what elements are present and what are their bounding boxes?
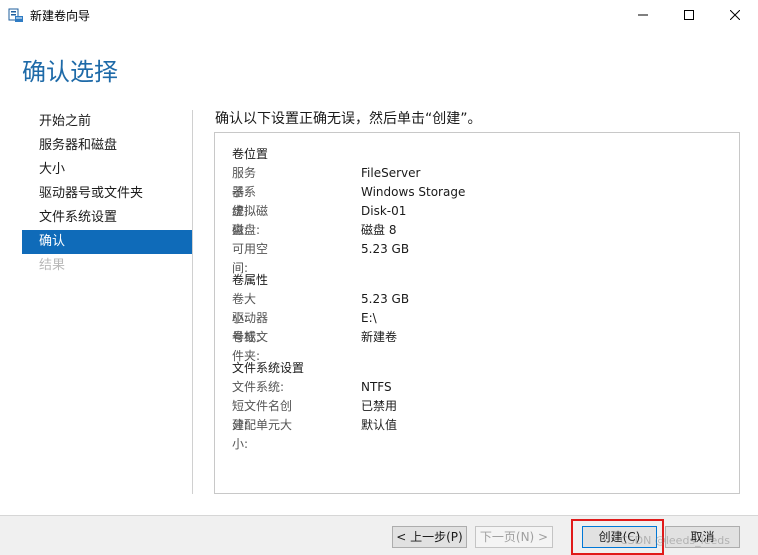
section-volume-location: 卷位置 服务器: FileServer 子系统: Windows Storage 虚… [232, 145, 465, 275]
close-button[interactable] [712, 0, 758, 30]
section-title: 卷属性 [232, 273, 269, 287]
nav-item-size[interactable]: 大小 [22, 158, 192, 182]
section-volume-properties: 卷属性 卷大小: 5.23 GB 驱动器号或文件夹: E:\ 卷标: 新建卷 [232, 271, 409, 363]
summary-row: 磁盘: 磁盘 8 [232, 221, 396, 240]
nav-item-filesystem-settings[interactable]: 文件系统设置 [22, 206, 192, 230]
summary-row: 卷标: 新建卷 [232, 328, 397, 347]
section-title: 卷位置 [232, 147, 269, 161]
wizard-steps-nav: 开始之前 服务器和磁盘 大小 驱动器号或文件夹 文件系统设置 确认 结果 [22, 110, 192, 278]
nav-divider [192, 110, 193, 494]
nav-item-results: 结果 [39, 258, 66, 273]
row-value: E:\ [361, 311, 377, 325]
row-value: 新建卷 [361, 330, 398, 344]
wizard-app-icon [8, 7, 24, 23]
row-value: 磁盘 8 [361, 223, 397, 237]
maximize-icon [684, 10, 694, 20]
instruction-text: 确认以下设置正确无误，然后单击“创建”。 [215, 111, 482, 127]
section-title: 文件系统设置 [232, 361, 305, 375]
summary-row: 虚拟磁盘: Disk-01 [232, 202, 406, 237]
window-title: 新建卷向导 [30, 9, 91, 23]
row-label: 磁盘: [232, 223, 261, 237]
nav-item-confirmation[interactable]: 确认 [22, 230, 192, 254]
watermark: CSDN @leeds_leeds [620, 534, 730, 547]
summary-row: 可用空间: 5.23 GB [232, 240, 409, 275]
summary-row: 卷大小: 5.23 GB [232, 290, 409, 325]
close-icon [730, 10, 740, 20]
confirmation-summary-panel: 卷位置 服务器: FileServer 子系统: Windows Storage 虚… [214, 132, 740, 494]
nav-item-server-and-disk[interactable]: 服务器和磁盘 [22, 134, 192, 158]
row-value: 已禁用 [361, 399, 398, 413]
title-bar: 新建卷向导 [0, 0, 758, 30]
next-button: 下一页(N) > [475, 526, 553, 548]
summary-row: 文件系统: NTFS [232, 378, 392, 397]
row-value: NTFS [361, 380, 392, 394]
summary-row: 驱动器号或文件夹: E:\ [232, 309, 377, 363]
row-value: 5.23 GB [361, 292, 410, 306]
section-filesystem-settings: 文件系统设置 文件系统: NTFS 短文件名创建: 已禁用 分配单元大小: 默认值 [232, 359, 397, 451]
row-label: 分配单元大小: [232, 418, 293, 451]
row-value: Windows Storage [361, 185, 466, 199]
minimize-button[interactable] [620, 0, 666, 30]
row-value: Disk-01 [361, 204, 407, 218]
minimize-icon [638, 10, 648, 20]
previous-button[interactable]: < 上一步(P) [392, 526, 467, 548]
summary-row: 分配单元大小: 默认值 [232, 416, 397, 451]
summary-row: 短文件名创建: 已禁用 [232, 397, 397, 432]
maximize-button[interactable] [666, 0, 712, 30]
nav-item-drive-letter[interactable]: 驱动器号或文件夹 [22, 182, 192, 206]
nav-item-before-you-begin[interactable]: 开始之前 [22, 110, 192, 134]
summary-row: 服务器: FileServer [232, 164, 420, 199]
row-value: 5.23 GB [361, 242, 410, 256]
row-label: 卷标: [232, 330, 261, 344]
row-label: 文件系统: [232, 380, 285, 394]
row-value: FileServer [361, 166, 421, 180]
summary-row: 子系统: Windows Storage [232, 183, 465, 218]
page-title: 确认选择 [22, 58, 118, 86]
row-value: 默认值 [361, 418, 398, 432]
